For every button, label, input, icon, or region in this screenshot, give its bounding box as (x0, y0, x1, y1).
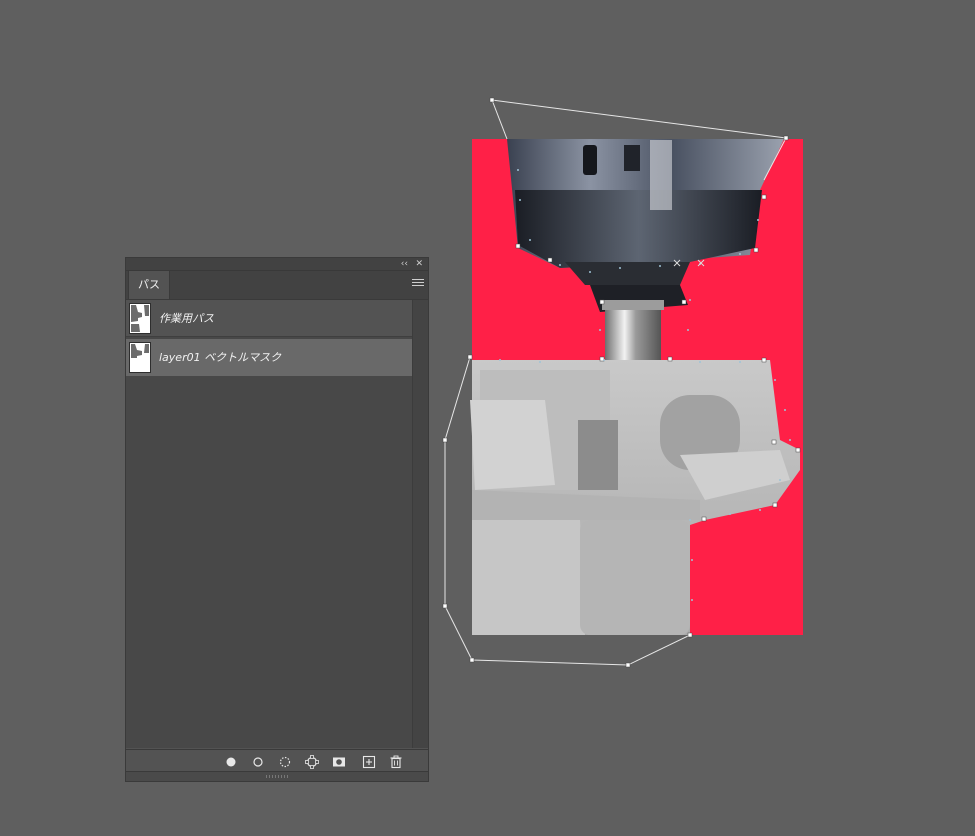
load-as-selection-button[interactable] (276, 753, 294, 771)
path-from-selection-icon (305, 755, 319, 769)
path-row-vector-mask[interactable]: layer01 ベクトルマスク (126, 339, 413, 376)
mask-icon (333, 757, 345, 767)
hamburger-icon[interactable] (412, 279, 424, 291)
panel-resize-handle[interactable] (126, 771, 428, 781)
path-label: layer01 ベクトルマスク (159, 351, 282, 364)
path-thumbnail-icon (129, 303, 151, 334)
panel-titlebar[interactable]: ‹‹ ✕ (126, 258, 428, 271)
new-path-button[interactable] (360, 753, 378, 771)
resize-grip-icon (266, 775, 288, 778)
tab-paths[interactable]: パス (128, 271, 170, 299)
dotted-circle-icon (279, 756, 291, 768)
vector-mask-thumbnail-icon (129, 342, 151, 373)
trash-icon (390, 755, 402, 769)
paths-panel[interactable]: ‹‹ ✕ パス 作業用パス layer01 ベクトルマスク (125, 257, 429, 782)
add-mask-button[interactable] (330, 753, 348, 771)
fill-path-button[interactable] (222, 753, 240, 771)
delete-path-button[interactable] (387, 753, 405, 771)
close-panel-button[interactable]: ✕ (415, 258, 423, 270)
stroke-path-button[interactable] (249, 753, 267, 771)
path-row-work-path[interactable]: 作業用パス (126, 300, 413, 337)
filled-circle-icon (226, 757, 236, 767)
path-label: 作業用パス (159, 312, 214, 325)
path-list-scrollbar[interactable] (412, 300, 428, 748)
collapse-panel-button[interactable]: ‹‹ (401, 258, 408, 270)
path-list[interactable]: 作業用パス layer01 ベクトルマスク (126, 300, 413, 748)
panel-tabbar: パス (126, 271, 428, 300)
plus-square-icon (362, 755, 376, 769)
make-work-path-button[interactable] (303, 753, 321, 771)
hollow-circle-icon (253, 757, 263, 767)
